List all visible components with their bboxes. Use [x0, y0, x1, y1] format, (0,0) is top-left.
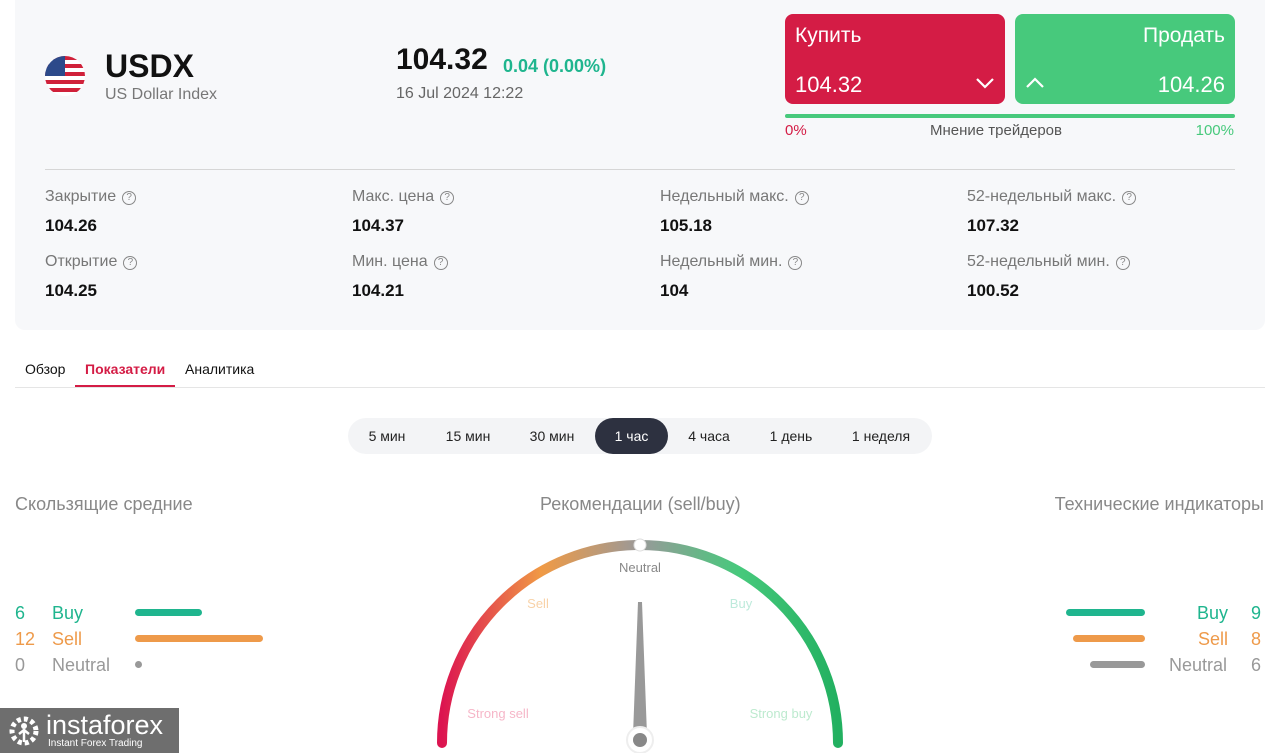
- ma-neutral-count: 0: [15, 655, 26, 675]
- timeframe-30m[interactable]: 30 мин: [514, 418, 590, 454]
- price-change: 0.04 (0.00%): [503, 56, 607, 76]
- ma-neutral-label: Neutral: [52, 655, 111, 675]
- ma-buy-bar: [135, 609, 202, 616]
- stat-value: 104.21: [352, 281, 404, 300]
- timeframe-1h[interactable]: 1 час: [595, 418, 668, 454]
- symbol: USDX: [105, 48, 194, 84]
- buy-price: 104.32: [795, 72, 863, 97]
- stat-label-text: Макс. цена: [352, 188, 435, 205]
- ma-neutral-bar: [135, 661, 142, 668]
- stat-label-text: Недельный мин.: [660, 253, 783, 270]
- logo-name: instaforex: [46, 710, 164, 740]
- ma-sell-bar: [135, 635, 263, 642]
- datetime: 16 Jul 2024 12:22: [396, 85, 524, 102]
- technical-title: Технические индикаторы: [1054, 494, 1264, 514]
- timeframe-15m[interactable]: 15 мин: [430, 418, 506, 454]
- gauge-label-strong-sell: Strong sell: [467, 706, 529, 721]
- stat-value: 104.25: [45, 281, 97, 300]
- stat-value: 107.32: [967, 216, 1019, 235]
- buy-label: Купить: [795, 24, 862, 47]
- sentiment-bar: [785, 114, 1235, 118]
- recommendation-gauge: Neutral Sell Buy Strong sell Strong buy: [437, 538, 843, 753]
- stat-label-text: 52-недельный макс.: [967, 188, 1117, 205]
- ma-sell-label: Sell: [52, 629, 83, 649]
- tab-indicators[interactable]: Показатели: [85, 361, 165, 377]
- ma-buy-label: Buy: [52, 603, 84, 623]
- stat-label-text: 52-недельный мин.: [967, 253, 1110, 270]
- ma-buy-count: 6: [15, 603, 26, 623]
- ti-buy-label: Buy: [1197, 603, 1229, 623]
- help-icon[interactable]: ?: [123, 256, 138, 270]
- stat-value: 104: [660, 281, 689, 300]
- gear-logo-icon: [9, 716, 39, 746]
- logo-tagline: Instant Forex Trading: [48, 738, 143, 749]
- gauge-label-buy: Buy: [730, 596, 753, 611]
- gauge-label-neutral: Neutral: [619, 560, 661, 575]
- moving-averages-title: Скользящие средние: [15, 494, 193, 514]
- stat-label: Недельный мин.?: [660, 253, 803, 271]
- sentiment-right: 100%: [1195, 122, 1234, 139]
- gauge-pivot-dot: [633, 733, 647, 747]
- ti-neutral-bar: [1090, 661, 1145, 668]
- ti-sell-bar: [1073, 635, 1145, 642]
- stat-label: 52-недельный мин.?: [967, 253, 1130, 271]
- tabs-divider: [15, 387, 1265, 388]
- timeframe-5m[interactable]: 5 мин: [356, 418, 418, 454]
- ti-sell-label: Sell: [1198, 629, 1229, 649]
- help-icon[interactable]: ?: [433, 256, 448, 270]
- ti-buy-count: 9: [1251, 603, 1262, 623]
- sell-price: 104.26: [1157, 72, 1225, 97]
- active-tab-underline: [75, 385, 175, 387]
- timeframe-1w[interactable]: 1 неделя: [838, 418, 924, 454]
- gauge-needle: [633, 602, 647, 735]
- stat-label: Макс. цена?: [352, 188, 455, 206]
- help-icon[interactable]: ?: [440, 191, 455, 205]
- help-icon[interactable]: ?: [794, 191, 809, 205]
- timeframe-1d[interactable]: 1 день: [756, 418, 826, 454]
- stat-label-text: Закрытие: [45, 188, 117, 205]
- sell-button[interactable]: Продать 104.26: [1015, 14, 1235, 104]
- timeframe-4h[interactable]: 4 часа: [674, 418, 744, 454]
- sentiment-label: Мнение трейдеров: [930, 122, 1062, 139]
- stat-label: Недельный макс.?: [660, 188, 809, 206]
- stat-label: Закрытие?: [45, 188, 137, 206]
- help-icon[interactable]: ?: [788, 256, 803, 270]
- instrument-name: US Dollar Index: [105, 86, 218, 103]
- gauge-title: Рекомендации (sell/buy): [540, 494, 741, 514]
- tab-analytics[interactable]: Аналитика: [185, 361, 254, 377]
- ti-neutral-label: Neutral: [1169, 655, 1228, 675]
- timeframe-selector: 5 мин 15 мин 30 мин 1 час 4 часа 1 день …: [348, 418, 932, 454]
- stat-label-text: Недельный макс.: [660, 188, 789, 205]
- gauge-marker: [633, 538, 647, 552]
- ti-sell-count: 8: [1251, 629, 1262, 649]
- stat-value: 104.26: [45, 216, 97, 235]
- stat-label: Мин. цена?: [352, 253, 448, 271]
- chevron-up-icon: [1026, 77, 1044, 88]
- chevron-down-icon: [976, 78, 994, 89]
- help-icon[interactable]: ?: [1122, 191, 1137, 205]
- stat-value: 100.52: [967, 281, 1019, 300]
- stat-label: Открытие?: [45, 253, 138, 271]
- help-icon[interactable]: ?: [1115, 256, 1130, 270]
- ti-buy-bar: [1066, 609, 1145, 616]
- sentiment-left: 0%: [785, 122, 807, 139]
- tab-overview[interactable]: Обзор: [25, 361, 65, 377]
- stat-value: 104.37: [352, 216, 404, 235]
- gauge-label-sell: Sell: [527, 596, 549, 611]
- stat-value: 105.18: [660, 216, 712, 235]
- help-icon[interactable]: ?: [122, 191, 137, 205]
- stat-label-text: Открытие: [45, 253, 118, 270]
- stat-label: 52-недельный макс.?: [967, 188, 1137, 206]
- us-flag-icon: [45, 56, 85, 96]
- price: 104.32: [396, 43, 488, 76]
- buy-button[interactable]: Купить 104.32: [785, 14, 1005, 104]
- divider: [45, 169, 1235, 170]
- ma-sell-count: 12: [15, 629, 36, 649]
- gauge-label-strong-buy: Strong buy: [750, 706, 813, 721]
- ti-neutral-count: 6: [1251, 655, 1262, 675]
- stat-label-text: Мин. цена: [352, 253, 428, 270]
- sell-label: Продать: [1142, 24, 1225, 47]
- instaforex-logo: instaforex Instant Forex Trading: [0, 708, 179, 753]
